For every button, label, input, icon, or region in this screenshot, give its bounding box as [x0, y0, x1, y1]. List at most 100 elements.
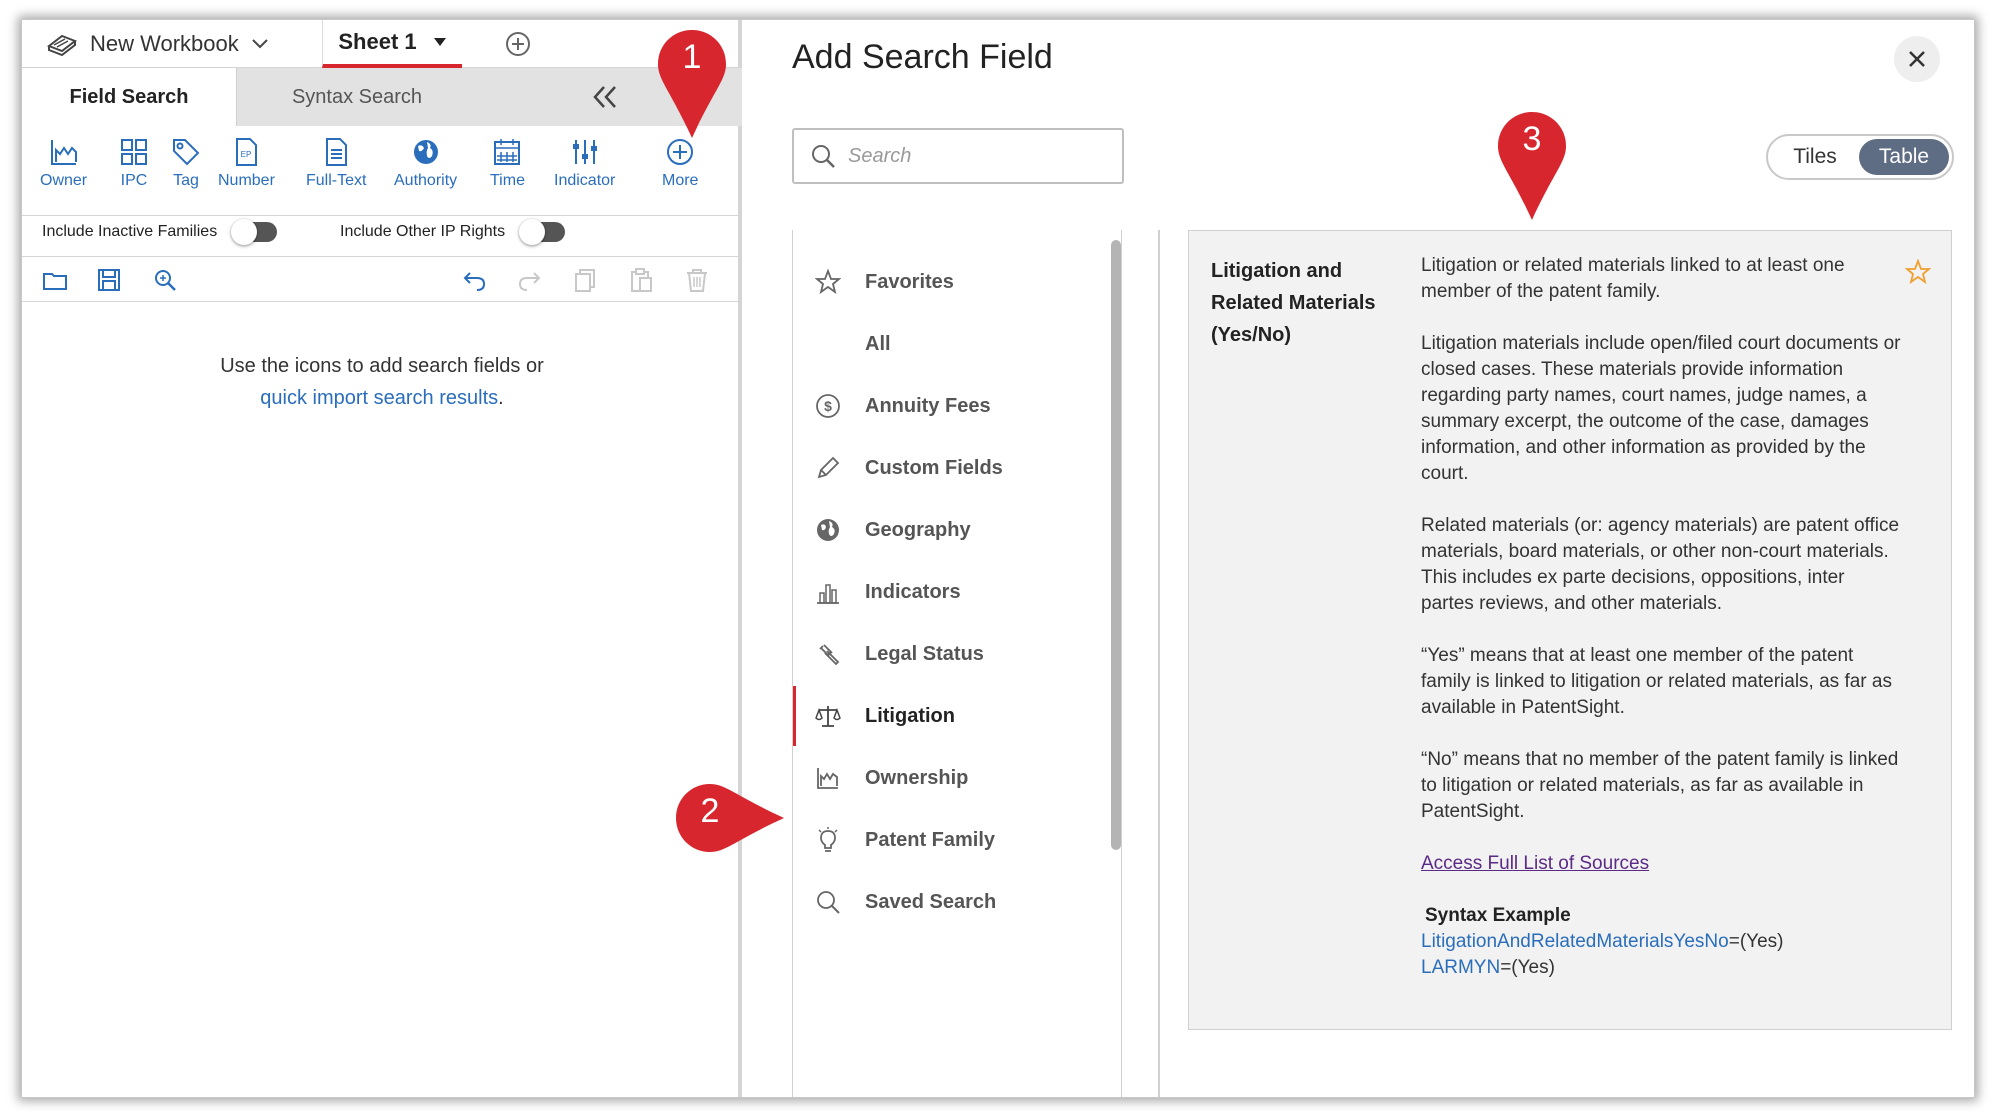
syntax-value: =(Yes) [1728, 931, 1784, 952]
add-sheet-icon[interactable] [504, 30, 532, 58]
category-label: Patent Family [865, 828, 996, 851]
other-ip-rights-switch[interactable] [519, 219, 566, 245]
authority-field-button[interactable]: Authority [394, 136, 457, 190]
callout-number: 2 [700, 792, 720, 830]
table-view-button[interactable]: Table [1859, 139, 1949, 175]
ipc-field-button[interactable]: IPC [118, 136, 150, 190]
tag-field-button[interactable]: Tag [170, 136, 202, 190]
category-custom-fields[interactable]: Custom Fields [793, 438, 1103, 498]
other-ip-rights-toggle[interactable]: Include Other IP Rights [340, 219, 566, 245]
undo-icon[interactable] [462, 267, 488, 293]
category-legal-status[interactable]: Legal Status [793, 624, 1103, 684]
open-folder-icon[interactable] [42, 267, 68, 293]
number-field-button[interactable]: EP Number [218, 136, 275, 190]
syntax-field-name: LitigationAndRelatedMaterialsYesNo [1421, 931, 1729, 952]
document-icon [326, 138, 348, 166]
callout-number: 3 [1522, 120, 1542, 158]
callout-marker-3: 3 [1496, 110, 1568, 220]
tiles-view-button[interactable]: Tiles [1771, 139, 1859, 175]
fulltext-field-button[interactable]: Full-Text [306, 136, 366, 190]
category-list: Favorites All $ Annuity Fees Custom Fiel… [792, 230, 1122, 1097]
description-paragraph: “Yes” means that at least one member of … [1421, 645, 1892, 718]
calendar-icon [494, 139, 521, 165]
syntax-field-name: LARMYN [1421, 957, 1501, 978]
caret-down-icon[interactable] [433, 37, 447, 47]
redo-icon[interactable] [516, 267, 542, 293]
owner-field-button[interactable]: Owner [40, 136, 87, 190]
bar-chart-icon [817, 584, 839, 604]
category-scrollbar[interactable] [1111, 240, 1121, 850]
callout-number: 1 [682, 38, 702, 76]
callout-marker-2: 2 [674, 782, 794, 854]
workbook-icon [46, 34, 78, 56]
category-indicators[interactable]: Indicators [793, 562, 1103, 622]
empty-state-message: Use the icons to add search fields or qu… [22, 350, 742, 414]
tag-icon [173, 139, 200, 166]
sliders-icon [572, 140, 597, 164]
workbook-selector[interactable]: New Workbook [46, 28, 269, 60]
close-button[interactable] [1894, 36, 1940, 82]
inactive-families-label: Include Inactive Families [42, 223, 218, 240]
category-ownership[interactable]: Ownership [793, 748, 1103, 808]
paste-icon[interactable] [628, 267, 654, 293]
inactive-families-switch[interactable] [231, 219, 278, 245]
syntax-example-line: LitigationAndRelatedMaterialsYesNo=(Yes) [1421, 929, 1901, 955]
category-annuity-fees[interactable]: $ Annuity Fees [793, 376, 1103, 436]
category-label: Annuity Fees [865, 394, 991, 417]
save-icon[interactable] [96, 267, 122, 293]
sheet-tab[interactable]: Sheet 1 [322, 20, 462, 68]
globe-icon [817, 519, 839, 541]
category-litigation[interactable]: Litigation [793, 686, 1103, 746]
copy-icon[interactable] [572, 267, 598, 293]
field-detail-row[interactable]: Litigation and Related Materials (Yes/No… [1188, 230, 1952, 1030]
workbook-topbar: New Workbook Sheet 1 [22, 20, 742, 68]
field-description: Litigation or related materials linked t… [1421, 253, 1901, 981]
inactive-families-toggle[interactable]: Include Inactive Families [42, 219, 278, 245]
category-label: Geography [865, 518, 971, 541]
workbook-name: New Workbook [90, 31, 239, 56]
tab-syntax-search[interactable]: Syntax Search [237, 68, 477, 126]
tab-field-search[interactable]: Field Search [22, 68, 237, 126]
zoom-search-icon[interactable] [152, 267, 178, 293]
sheet-tab-label: Sheet 1 [338, 29, 417, 54]
empty-state-suffix: . [498, 387, 504, 409]
field-name-line: (Yes/No) [1211, 324, 1292, 346]
collapse-panel-icon[interactable] [590, 84, 620, 110]
category-saved-search[interactable]: Saved Search [793, 872, 1103, 932]
search-icon [817, 891, 840, 914]
syntax-example-title: Syntax Example [1425, 905, 1571, 926]
fulltext-label: Full-Text [306, 172, 367, 189]
category-favorites[interactable]: Favorites [793, 252, 1103, 312]
time-field-button[interactable]: Time [490, 136, 525, 190]
category-label: All [865, 332, 891, 355]
authority-label: Authority [394, 172, 458, 189]
owner-label: Owner [40, 172, 88, 189]
ipc-label: IPC [120, 172, 148, 189]
empty-state-text: Use the icons to add search fields or [220, 355, 544, 377]
field-search-box[interactable] [792, 128, 1124, 184]
field-name: Litigation and Related Materials (Yes/No… [1211, 255, 1401, 351]
description-paragraph: Related materials (or: agency materials)… [1421, 515, 1900, 614]
star-icon [815, 269, 841, 295]
category-all[interactable]: All [793, 314, 1103, 374]
syntax-value: =(Yes) [1500, 957, 1555, 978]
field-icon-toolbar: Owner IPC Tag EP Number Full-Text Author… [22, 126, 742, 216]
category-geography[interactable]: Geography [793, 500, 1103, 560]
indicator-field-button[interactable]: Indicator [554, 136, 615, 190]
gavel-icon [819, 644, 840, 666]
callout-marker-1: 1 [656, 28, 728, 138]
favorite-star-icon[interactable] [1905, 259, 1931, 285]
search-input[interactable] [848, 144, 1088, 168]
field-name-line: Litigation and [1211, 260, 1343, 282]
category-patent-family[interactable]: Patent Family [793, 810, 1103, 870]
column-divider [1158, 230, 1160, 1097]
category-label: Litigation [865, 704, 955, 727]
dollar-icon: $ [816, 394, 840, 418]
quick-import-link[interactable]: quick import search results [260, 387, 498, 409]
workbook-action-bar [22, 256, 742, 302]
include-toggles: Include Inactive Families Include Other … [22, 216, 742, 254]
sources-link[interactable]: Access Full List of Sources [1421, 851, 1901, 877]
trash-icon[interactable] [684, 267, 710, 293]
category-label: Saved Search [865, 890, 997, 913]
view-mode-toggle[interactable]: Tiles Table [1766, 134, 1954, 180]
